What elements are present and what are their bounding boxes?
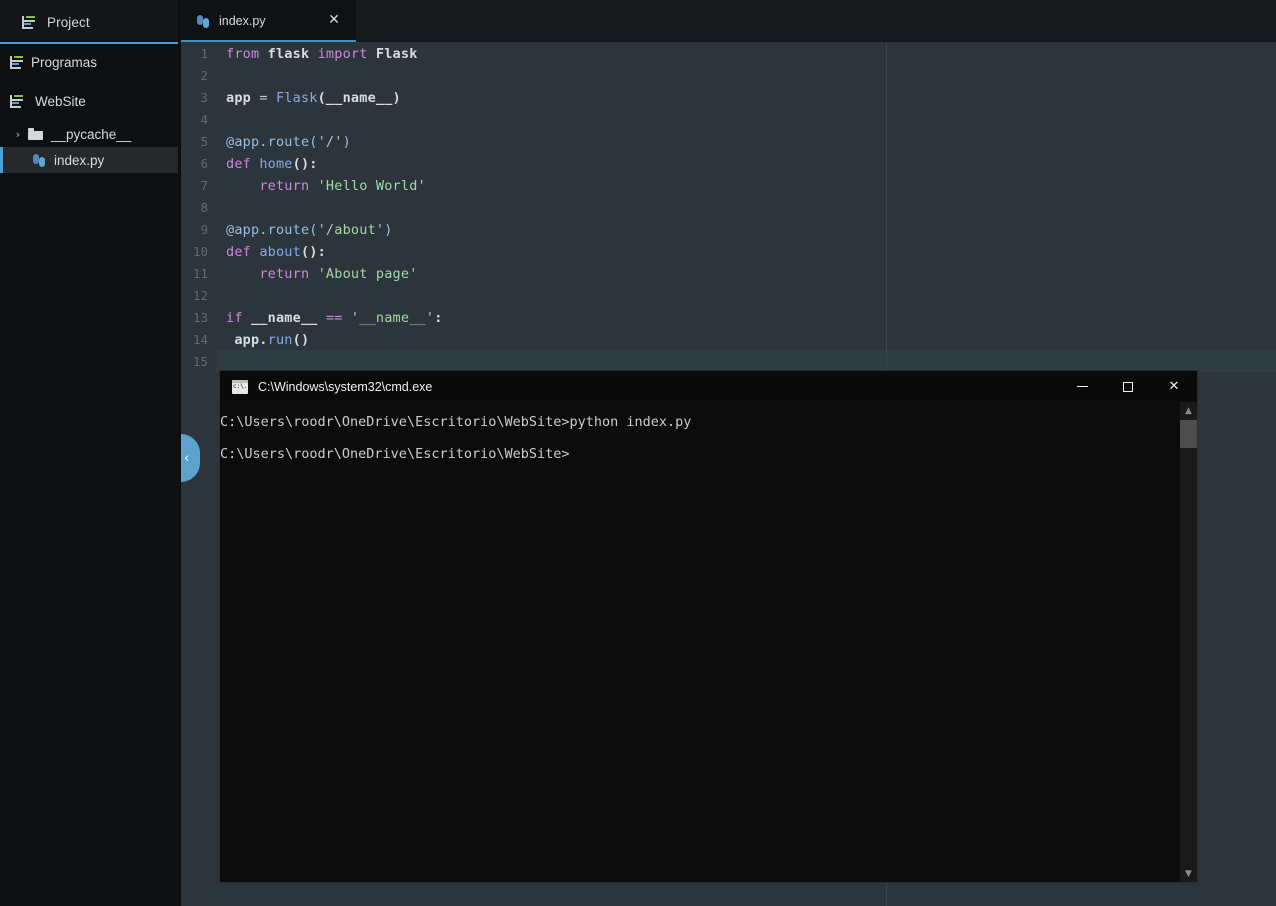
code-line-10: def about(): [226, 244, 326, 260]
line-number: 6 [200, 156, 208, 171]
line-number: 11 [192, 266, 208, 281]
console-line: C:\Users\roodr\OneDrive\Escritorio\WebSi… [220, 414, 692, 430]
project-structure-icon [22, 15, 37, 29]
close-icon[interactable]: ✕ [326, 12, 342, 28]
code-line-14: app.run() [234, 332, 310, 348]
line-number: 15 [192, 354, 208, 369]
chevron-right-icon[interactable]: › [12, 128, 24, 141]
code-line-1: from flask import Flask [226, 46, 418, 62]
scroll-down-icon[interactable]: ▼ [1180, 865, 1197, 882]
project-sidebar: Project Programas WebSite › __pycache__ [0, 0, 178, 906]
console-line: C:\Users\roodr\OneDrive\Escritorio\WebSi… [220, 446, 570, 462]
code-line-7: return 'Hello World' [259, 178, 426, 194]
cmd-console-output[interactable]: C:\Users\roodr\OneDrive\Escritorio\WebSi… [220, 402, 1180, 882]
tree-item-programas[interactable]: Programas [0, 49, 178, 75]
app-root: Project Programas WebSite › __pycache__ [0, 0, 1276, 906]
chevron-left-icon: ‹ [184, 450, 190, 466]
code-line-9: @app.route('/about') [226, 222, 393, 238]
project-structure-icon [10, 55, 25, 69]
tree-item-label: Programas [31, 54, 98, 70]
tree-item-website[interactable]: WebSite [0, 88, 178, 114]
line-number: 3 [200, 90, 208, 105]
folder-icon [28, 128, 43, 140]
code-line-6: def home(): [226, 156, 318, 172]
project-panel-title: Project [47, 14, 90, 30]
scroll-up-icon[interactable]: ▲ [1180, 402, 1197, 419]
cmd-window[interactable]: c:\. C:\Windows\system32\cmd.exe ✕ C:\Us… [220, 371, 1197, 882]
tree-item-pycache[interactable]: › __pycache__ [0, 121, 178, 147]
line-number: 1 [200, 46, 208, 61]
minimize-button[interactable] [1059, 371, 1105, 402]
line-number: 5 [200, 134, 208, 149]
tree-item-label: index.py [54, 152, 105, 168]
tree-item-index-py[interactable]: index.py [0, 147, 178, 173]
cmd-title-bar[interactable]: c:\. C:\Windows\system32\cmd.exe ✕ [220, 371, 1197, 402]
scrollbar-thumb[interactable] [1180, 420, 1197, 448]
code-line-13: if __name__ == '__name__': [226, 310, 443, 326]
tab-index-py[interactable]: index.py ✕ [181, 0, 356, 42]
tree-item-label: WebSite [35, 93, 86, 109]
close-button[interactable]: ✕ [1151, 371, 1197, 402]
maximize-icon [1123, 381, 1133, 392]
cmd-console-icon: c:\. [232, 379, 248, 394]
line-number: 13 [192, 310, 208, 325]
line-number: 2 [200, 68, 208, 83]
line-number: 10 [192, 244, 208, 259]
project-tool-window-header[interactable]: Project [0, 0, 178, 44]
line-number: 14 [192, 332, 208, 347]
cmd-scrollbar[interactable]: ▲ ▼ [1180, 402, 1197, 882]
line-number: 4 [200, 112, 208, 127]
maximize-button[interactable] [1105, 371, 1151, 402]
minimize-icon [1076, 386, 1088, 387]
project-structure-icon [10, 94, 25, 108]
line-number: 9 [200, 222, 208, 237]
editor-tab-bar: index.py ✕ [181, 0, 1276, 43]
line-number: 7 [200, 178, 208, 193]
line-number: 8 [200, 200, 208, 215]
python-file-icon [33, 153, 46, 167]
cmd-window-title: C:\Windows\system32\cmd.exe [258, 379, 433, 394]
cmd-icon-text: c:\. [233, 382, 248, 390]
tab-label: index.py [219, 14, 266, 28]
tree-item-label: __pycache__ [51, 126, 132, 142]
code-line-11: return 'About page' [259, 266, 418, 282]
code-line-3: app = Flask(__name__) [226, 90, 401, 106]
sidebar-active-underline [0, 42, 178, 44]
code-line-5: @app.route('/') [226, 134, 351, 150]
python-file-icon [197, 14, 210, 28]
line-number: 12 [192, 288, 208, 303]
